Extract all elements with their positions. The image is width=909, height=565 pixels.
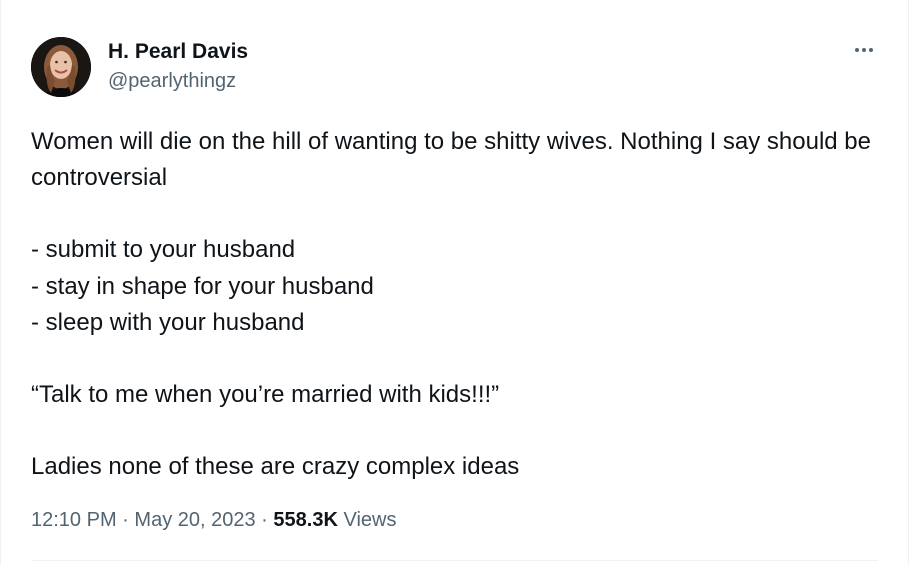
more-options-button[interactable] <box>847 38 881 62</box>
author-handle[interactable]: @pearlythingz <box>108 70 236 93</box>
tweet-text: Women will die on the hill of wanting to… <box>31 124 871 485</box>
tweet-meta: 12:10 PM · May 20, 2023 · 558.3K Views <box>31 509 396 532</box>
more-horizontal-icon <box>862 48 866 52</box>
more-horizontal-icon <box>855 48 859 52</box>
tweet-text-closing: Ladies none of these are crazy complex i… <box>31 453 520 481</box>
author-name[interactable]: H. Pearl Davis <box>108 40 248 64</box>
tweet-time[interactable]: 12:10 PM <box>31 509 117 531</box>
tweet-text-intro: Women will die on the hill of wanting to… <box>31 128 871 192</box>
profile-photo <box>31 37 91 97</box>
tweet-text-list-item: - submit to your husband <box>31 236 296 264</box>
tweet-card: H. Pearl Davis @pearlythingz Women will … <box>0 0 909 565</box>
tweet-text-list-item: - sleep with your husband <box>31 308 305 336</box>
tweet-date[interactable]: May 20, 2023 <box>134 509 255 531</box>
more-horizontal-icon <box>869 48 873 52</box>
views-count: 558.3K <box>273 509 338 531</box>
avatar[interactable] <box>31 37 91 97</box>
tweet-text-quote: “Talk to me when you’re married with kid… <box>31 381 500 409</box>
meta-separator: · <box>122 509 129 531</box>
divider <box>31 560 878 561</box>
views-label: Views <box>343 509 397 531</box>
tweet-text-list-item: - stay in shape for your husband <box>31 272 374 300</box>
meta-separator: · <box>261 509 268 531</box>
